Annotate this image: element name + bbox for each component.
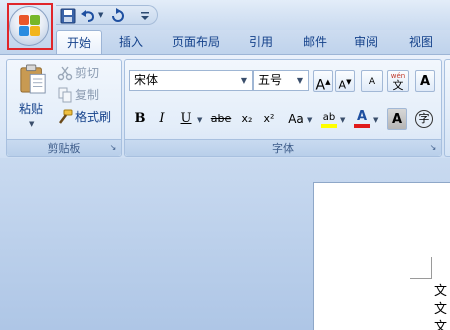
font-color-glyph: A [356, 109, 368, 124]
paste-dropdown-icon[interactable]: ▼ [29, 120, 34, 128]
cut-label: 剪切 [75, 66, 100, 80]
format-painter-icon [59, 109, 73, 124]
font-size-dropdown-icon[interactable]: ▼ [294, 71, 306, 90]
margin-corner-mark [410, 257, 432, 279]
title-bar: ▼ [0, 0, 450, 30]
copy-button[interactable]: 复制 [57, 86, 117, 104]
font-dialog-launcher-icon[interactable]: ↘ [428, 143, 438, 153]
redo-icon[interactable] [110, 8, 126, 24]
highlight-color-bar [321, 124, 337, 128]
highlight-dropdown-icon[interactable]: ▼ [340, 116, 345, 124]
clear-format-glyph: A [368, 77, 376, 87]
font-name-combo[interactable]: 宋体 ▼ [129, 70, 253, 91]
character-border-button[interactable]: A [415, 70, 435, 92]
font-size-value: 五号 [258, 73, 283, 87]
enclose-characters-glyph: 字 [415, 110, 433, 128]
copy-icon [58, 87, 72, 103]
font-group: 宋体 ▼ 五号 ▼ A▲ A▼ A wén 文 A B I U ▼ abe x₂… [124, 59, 442, 157]
change-case-button[interactable]: Aa [285, 108, 307, 130]
save-icon[interactable] [60, 8, 76, 24]
tab-view[interactable]: 视图 [400, 30, 442, 54]
bold-button[interactable]: B [131, 108, 149, 130]
paste-label: 粘贴 [19, 102, 44, 116]
clear-format-button[interactable]: A [361, 70, 383, 92]
change-case-dropdown-icon[interactable]: ▼ [307, 116, 312, 124]
tab-page-layout[interactable]: 页面布局 [165, 30, 227, 54]
clipboard-group-label: 剪贴板 [7, 139, 121, 156]
undo-icon[interactable] [80, 8, 96, 24]
italic-button[interactable]: I [153, 108, 171, 130]
font-color-dropdown-icon[interactable]: ▼ [373, 116, 378, 124]
qat-customize-icon[interactable] [140, 8, 150, 24]
paste-button[interactable]: 粘贴 ▼ [11, 64, 55, 136]
document-text-line: 文 [434, 284, 448, 299]
office-button-highlight [7, 3, 53, 50]
enclose-characters-button[interactable]: 字 [413, 108, 435, 130]
underline-dropdown-icon[interactable]: ▼ [197, 116, 202, 124]
document-text-line: 文 [434, 302, 448, 317]
grow-font-button[interactable]: A▲ [313, 70, 333, 94]
ribbon: 粘贴 ▼ 剪切 复制 格式刷 剪贴板 ↘ 宋体 ▼ 五号 ▼ A▲ A▼ A w… [0, 54, 450, 158]
highlight-button[interactable]: ab [319, 106, 339, 128]
character-shading-button[interactable]: A [387, 108, 407, 130]
document-workspace: 文 文 文 [0, 158, 450, 330]
copy-label: 复制 [75, 88, 100, 102]
scissors-icon [57, 66, 73, 81]
tab-review[interactable]: 审阅 [345, 30, 387, 54]
font-color-button[interactable]: A [353, 106, 371, 128]
font-color-bar [354, 124, 370, 128]
font-group-label: 字体 [125, 139, 441, 156]
highlight-glyph: ab [322, 112, 336, 123]
format-painter-button[interactable]: 格式刷 [57, 108, 119, 126]
phonetic-guide-char: 文 [392, 79, 404, 92]
clipboard-group: 粘贴 ▼ 剪切 复制 格式刷 剪贴板 ↘ [6, 59, 122, 157]
shrink-font-glyph: A [338, 78, 347, 92]
strikethrough-button[interactable]: abe [209, 108, 233, 130]
document-text-line: 文 [434, 320, 448, 330]
grow-font-glyph: A [315, 77, 326, 94]
ribbon-tab-row: 开始 插入 页面布局 引用 邮件 审阅 视图 [0, 30, 450, 54]
tab-home[interactable]: 开始 [56, 30, 102, 54]
document-page[interactable]: 文 文 文 [313, 182, 450, 330]
tab-mailings[interactable]: 邮件 [294, 30, 336, 54]
superscript-button[interactable]: x² [259, 108, 279, 130]
format-painter-label: 格式刷 [75, 110, 112, 124]
undo-dropdown-icon[interactable]: ▼ [98, 11, 103, 19]
character-border-glyph: A [419, 74, 431, 89]
font-name-dropdown-icon[interactable]: ▼ [238, 71, 250, 90]
tab-insert[interactable]: 插入 [110, 30, 152, 54]
quick-access-toolbar: ▼ [56, 5, 158, 25]
subscript-button[interactable]: x₂ [237, 108, 257, 130]
shrink-font-button[interactable]: A▼ [335, 70, 355, 92]
dialog-launcher-icon[interactable]: ↘ [108, 143, 118, 153]
paste-icon [20, 64, 46, 94]
font-size-combo[interactable]: 五号 ▼ [253, 70, 309, 91]
paragraph-group-edge [444, 59, 450, 157]
underline-button[interactable]: U [177, 108, 195, 130]
font-name-value: 宋体 [134, 73, 159, 87]
cut-button[interactable]: 剪切 [57, 64, 117, 82]
phonetic-guide-button[interactable]: wén 文 [387, 70, 409, 92]
tab-references[interactable]: 引用 [240, 30, 282, 54]
